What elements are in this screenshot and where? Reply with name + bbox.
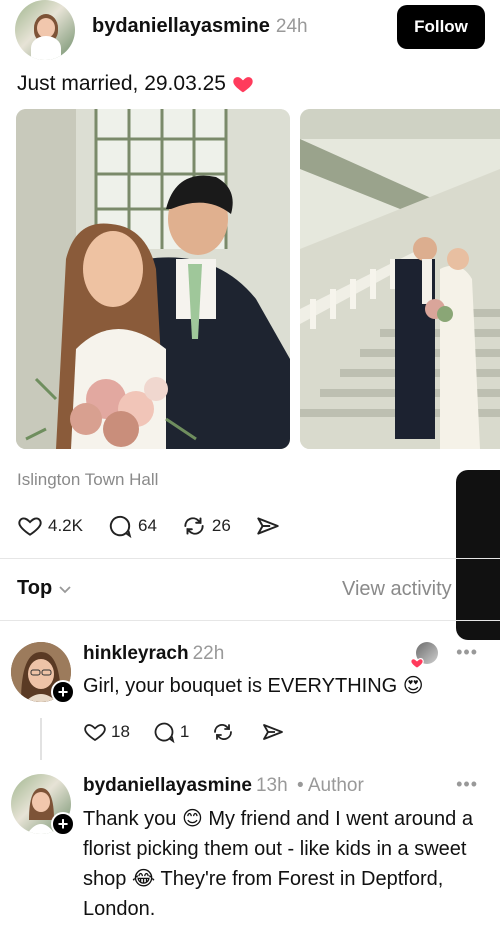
sort-label: Top — [17, 577, 53, 599]
comment-button[interactable]: 64 — [107, 513, 157, 539]
comment-username-text[interactable]: hinkleyrach — [83, 643, 189, 664]
share-button[interactable] — [255, 513, 286, 539]
comment-time: 13h — [255, 775, 288, 796]
comment-reply-count: 1 — [179, 722, 190, 741]
comment-icon — [154, 722, 175, 744]
post-location[interactable]: Islington Town Hall — [17, 470, 158, 490]
post-photo-couple-closeup[interactable] — [16, 109, 290, 449]
heart-emoji-icon — [233, 77, 253, 93]
post-username-text[interactable]: bydaniellayasmine — [92, 15, 270, 37]
repost-icon — [184, 517, 204, 535]
caption-text: Just married, 29.03.25 — [17, 72, 226, 95]
heart-icon — [84, 724, 106, 742]
follow-plus-icon[interactable]: + — [51, 812, 75, 836]
sort-dropdown[interactable]: Top — [17, 577, 73, 600]
comment-count: 64 — [137, 516, 157, 535]
comment-like-button[interactable]: 18 — [83, 720, 130, 744]
post-caption: Just married, 29.03.25 — [17, 72, 254, 96]
divider — [0, 558, 500, 559]
chevron-down-icon — [59, 585, 71, 593]
heart-icon — [18, 517, 42, 536]
comment-text: Thank you 😊 My friend and I went around … — [83, 808, 473, 920]
heart-badge-icon — [410, 658, 424, 669]
like-count: 4.2K — [48, 516, 83, 535]
repost-icon — [214, 724, 233, 740]
repost-count: 26 — [211, 516, 231, 535]
thread-line — [40, 718, 42, 760]
post-username[interactable]: bydaniellayasmine 24h — [92, 15, 308, 38]
more-icon[interactable]: ••• — [456, 774, 478, 795]
author-tag: • Author — [296, 775, 364, 796]
divider — [0, 620, 500, 621]
share-icon — [257, 517, 279, 535]
like-button[interactable]: 4.2K — [17, 513, 83, 539]
liked-by-author-indicator — [410, 642, 438, 670]
comment-share-button[interactable] — [261, 720, 289, 744]
comment-text: Girl, your bouquet is EVERYTHING 😍 — [83, 675, 424, 697]
repost-button[interactable]: 26 — [181, 513, 231, 539]
view-activity-link[interactable]: View activity — [342, 578, 452, 601]
follow-button[interactable]: Follow — [397, 5, 485, 49]
comment-username[interactable]: hinkleyrach 22h — [83, 643, 224, 665]
overlay-panel — [456, 470, 500, 640]
post-actions: 4.2K 64 26 — [17, 510, 310, 542]
comment-repost-button[interactable] — [211, 720, 239, 744]
author-avatar[interactable] — [15, 0, 75, 60]
comment-reply-button[interactable]: 1 — [152, 720, 189, 744]
more-icon[interactable]: ••• — [456, 642, 478, 663]
comment-username-text[interactable]: bydaniellayasmine — [83, 775, 252, 796]
couple-closeup-illustration — [16, 109, 290, 449]
comment-like-count: 18 — [111, 722, 130, 741]
post-time: 24h — [275, 16, 308, 37]
comment-actions: 18 1 — [83, 720, 311, 744]
comment-username[interactable]: bydaniellayasmine 13h • Author — [83, 775, 364, 797]
comment-icon — [109, 515, 132, 539]
comment-time: 22h — [192, 643, 225, 664]
post-photo-couple-staircase[interactable] — [300, 109, 500, 449]
couple-staircase-illustration — [300, 109, 500, 449]
share-icon — [263, 724, 284, 740]
follow-plus-icon[interactable]: + — [51, 680, 75, 704]
